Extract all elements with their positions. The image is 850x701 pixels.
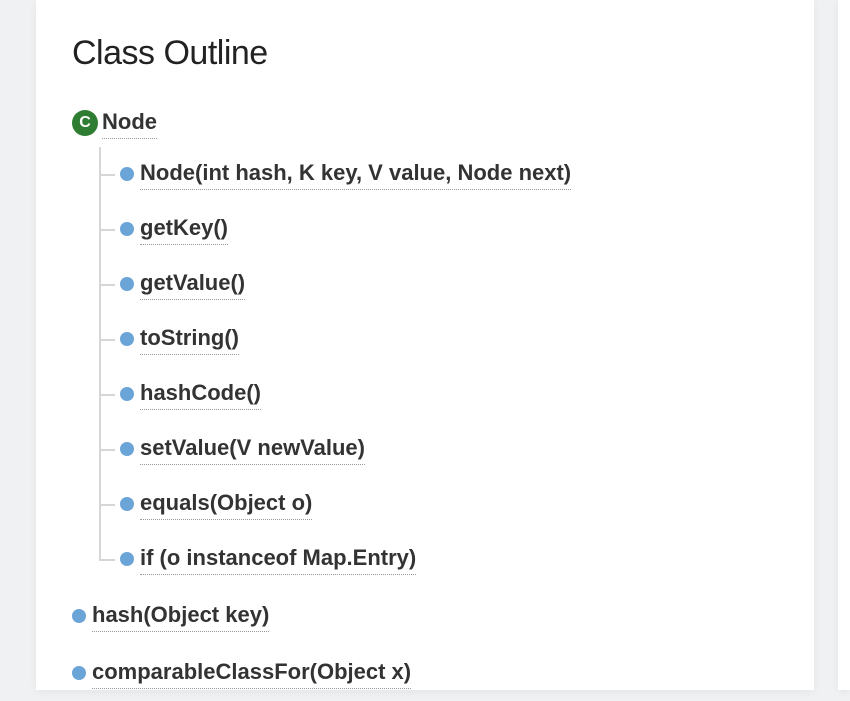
class-members-group: Node(int hash, K key, V value, Node next…: [96, 147, 778, 587]
method-dot-icon: [72, 666, 86, 680]
toplevel-method-row[interactable]: hash(Object key): [72, 589, 778, 644]
method-dot-icon: [120, 552, 134, 566]
method-dot-icon: [120, 387, 134, 401]
member-row[interactable]: equals(Object o): [96, 477, 778, 532]
tree-branch-icon: [96, 147, 120, 202]
method-dot-icon: [120, 222, 134, 236]
adjacent-panel-edge: [838, 0, 850, 690]
tree-branch-icon: [96, 257, 120, 312]
member-row[interactable]: getValue(): [96, 257, 778, 312]
member-row[interactable]: setValue(V newValue): [96, 422, 778, 477]
class-node-row[interactable]: C Node: [72, 107, 778, 139]
tree-branch-icon: [96, 532, 120, 587]
method-dot-icon: [120, 167, 134, 181]
member-link[interactable]: equals(Object o): [140, 488, 312, 520]
member-row[interactable]: if (o instanceof Map.Entry): [96, 532, 778, 587]
method-link[interactable]: comparableClassFor(Object x): [92, 657, 411, 689]
panel-title: Class Outline: [72, 34, 778, 73]
outline-panel: Class Outline C Node Node(int hash, K ke…: [36, 0, 814, 690]
method-link[interactable]: hash(Object key): [92, 600, 269, 632]
member-link[interactable]: Node(int hash, K key, V value, Node next…: [140, 158, 571, 190]
tree-branch-icon: [96, 422, 120, 477]
member-row[interactable]: Node(int hash, K key, V value, Node next…: [96, 147, 778, 202]
member-link[interactable]: hashCode(): [140, 378, 261, 410]
member-link[interactable]: toString(): [140, 323, 239, 355]
class-name-link[interactable]: Node: [102, 107, 157, 139]
member-row[interactable]: hashCode(): [96, 367, 778, 422]
member-link[interactable]: if (o instanceof Map.Entry): [140, 543, 416, 575]
member-link[interactable]: setValue(V newValue): [140, 433, 365, 465]
method-dot-icon: [120, 332, 134, 346]
member-row[interactable]: toString(): [96, 312, 778, 367]
method-dot-icon: [120, 497, 134, 511]
toplevel-method-row[interactable]: comparableClassFor(Object x): [72, 646, 778, 701]
member-link[interactable]: getKey(): [140, 213, 228, 245]
tree-branch-icon: [96, 202, 120, 257]
outline-tree: C Node Node(int hash, K key, V value, No…: [72, 107, 778, 701]
tree-branch-icon: [96, 477, 120, 532]
tree-branch-icon: [96, 312, 120, 367]
tree-branch-icon: [96, 367, 120, 422]
member-link[interactable]: getValue(): [140, 268, 245, 300]
member-row[interactable]: getKey(): [96, 202, 778, 257]
class-icon: C: [72, 110, 98, 136]
method-dot-icon: [120, 277, 134, 291]
method-dot-icon: [72, 609, 86, 623]
method-dot-icon: [120, 442, 134, 456]
